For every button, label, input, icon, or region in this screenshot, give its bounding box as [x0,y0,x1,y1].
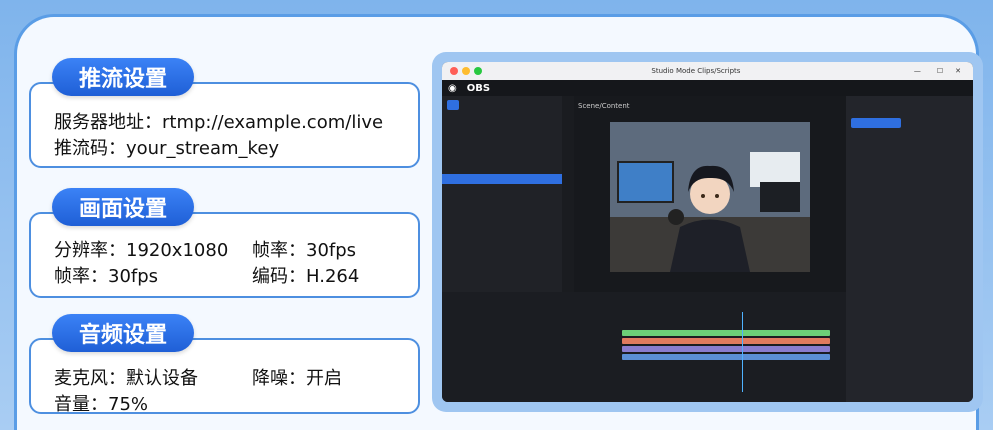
window-title: Studio Mode Clips/Scripts [651,67,741,75]
window-close-icon[interactable]: ✕ [955,67,961,75]
title-bar: Studio Mode Clips/Scripts — ☐ ✕ [442,62,973,80]
obs-logo-text: OBS [466,82,491,94]
scenes-dock [442,96,562,292]
dock-tab-active[interactable] [447,100,460,110]
fps-text-right: 帧率：30fps [252,240,357,261]
volume-text: 音量：75% [54,394,149,415]
properties-primary-button[interactable] [851,118,901,128]
resolution-text: 分辨率：1920x1080 [54,240,229,261]
minimize-dot-icon[interactable] [462,67,470,75]
mic-text: 麦克风：默认设备 [54,368,198,389]
obs-window-frame: Studio Mode Clips/Scripts — ☐ ✕ ◉ OBS Sc… [432,52,983,412]
timeline-track-blue[interactable] [622,354,830,360]
codec-text: 编码：H.264 [252,266,360,287]
obs-window: Studio Mode Clips/Scripts — ☐ ✕ ◉ OBS Sc… [442,62,973,402]
fps-text-left: 帧率：30fps [54,266,159,287]
window-maximize-icon[interactable]: ☐ [937,67,943,75]
stream-server-text: 服务器地址：rtmp://example.com/live [54,112,384,133]
video-settings-title: 画面设置 [52,188,194,226]
stream-key-text: 推流码：your_stream_key [54,138,280,159]
timeline-panel [442,292,846,402]
preview-label: Scene/Content [578,102,630,110]
webcam-scene-image [610,122,810,272]
timeline-track-purple[interactable] [622,346,830,352]
close-dot-icon[interactable] [450,67,458,75]
obs-logo-icon: ◉ [448,82,457,94]
menu-bar: ◉ OBS [442,80,973,96]
denoise-text: 降噪：开启 [252,368,342,389]
tool-strip [562,96,574,292]
stream-settings-title: 推流设置 [52,58,194,96]
audio-settings-title: 音频设置 [52,314,194,352]
timeline-track-green[interactable] [622,330,830,336]
properties-dock [846,96,973,402]
timeline-track-orange[interactable] [622,338,830,344]
window-minimize-icon[interactable]: — [914,67,921,75]
scene-item-selected[interactable] [442,174,562,184]
maximize-dot-icon[interactable] [474,67,482,75]
playhead[interactable] [742,312,743,392]
